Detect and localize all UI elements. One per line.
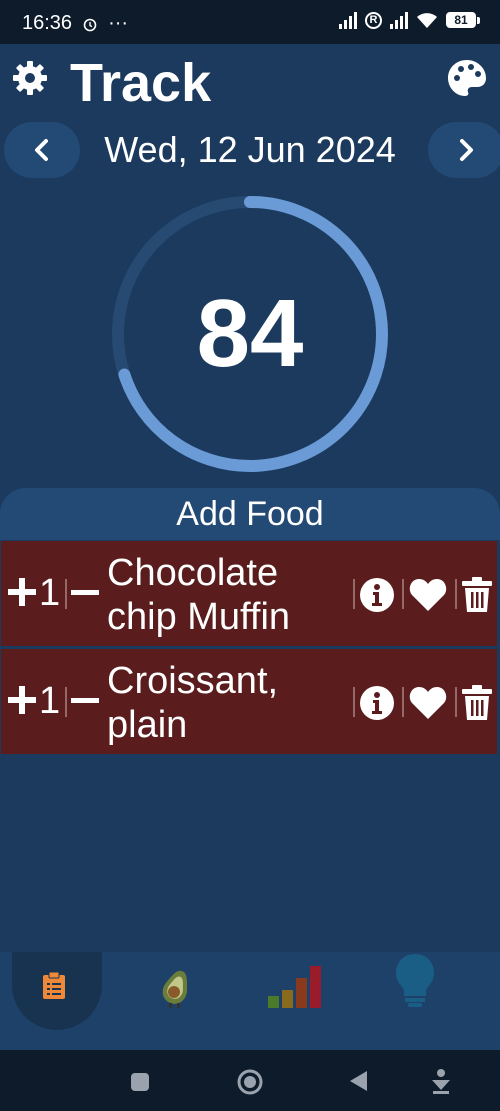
signal-2-icon [390, 11, 408, 29]
next-day-button[interactable] [428, 122, 500, 178]
decrement-button[interactable] [71, 698, 99, 703]
clipboard-icon [43, 972, 65, 999]
wifi-icon [417, 13, 437, 28]
roaming-icon: R [365, 11, 382, 29]
progress-value: 84 [196, 280, 304, 387]
square-icon[interactable] [130, 1072, 150, 1092]
food-name: Chocolate chip Muffin [107, 552, 291, 638]
increment-button[interactable] [7, 577, 37, 607]
battery-icon: 81 [446, 12, 480, 28]
status-time: 16:36 [22, 12, 73, 34]
page-title: Track [70, 53, 212, 113]
download-icon[interactable] [430, 1068, 452, 1094]
list-item: 1 Croissant, plain [0, 648, 498, 756]
date-navigator: Wed, 12 Jun 2024 [0, 120, 500, 182]
tab-foods[interactable] [125, 952, 250, 1050]
increment-button[interactable] [7, 685, 37, 715]
app-header: Track [0, 44, 500, 120]
tab-stats[interactable] [250, 952, 375, 1050]
divider [65, 579, 67, 609]
heart-icon[interactable] [408, 577, 448, 613]
add-food-button[interactable]: Add Food [0, 488, 500, 540]
info-icon[interactable] [359, 577, 395, 613]
gear-icon[interactable] [10, 58, 50, 98]
info-icon[interactable] [359, 685, 395, 721]
quantity-value: 1 [39, 680, 61, 722]
battery-level: 81 [446, 12, 476, 28]
tab-track[interactable] [0, 952, 125, 1050]
home-circle-icon[interactable] [236, 1068, 264, 1096]
divider [353, 579, 355, 609]
palette-icon[interactable] [446, 58, 488, 100]
divider [402, 687, 404, 717]
bottom-nav [0, 952, 500, 1050]
status-dots: ··· [108, 12, 129, 34]
chevron-right-icon [460, 139, 473, 161]
trash-icon[interactable] [461, 685, 493, 721]
decrement-button[interactable] [71, 590, 99, 595]
bar-chart-icon [268, 966, 321, 1008]
chevron-left-icon [35, 139, 48, 161]
divider [402, 579, 404, 609]
trash-icon[interactable] [461, 577, 493, 613]
avocado-icon [162, 970, 188, 1008]
lightbulb-icon [396, 954, 434, 1007]
system-nav-bar [0, 1050, 500, 1111]
divider [65, 687, 67, 717]
food-list: 1 Chocolate chip Muffin 1 Croissant, pla… [0, 540, 500, 756]
back-triangle-icon[interactable] [348, 1070, 368, 1092]
quantity-value: 1 [39, 572, 61, 614]
heart-icon[interactable] [408, 685, 448, 721]
signal-icon [339, 11, 357, 29]
prev-day-button[interactable] [4, 122, 80, 178]
alarm-icon [83, 18, 97, 31]
divider [455, 687, 457, 717]
food-name: Croissant, plain [107, 660, 279, 746]
tab-tips[interactable] [375, 952, 500, 1050]
list-item: 1 Chocolate chip Muffin [0, 540, 498, 648]
divider [353, 687, 355, 717]
status-bar: 16:36 ··· R 81 [0, 0, 500, 44]
divider [455, 579, 457, 609]
